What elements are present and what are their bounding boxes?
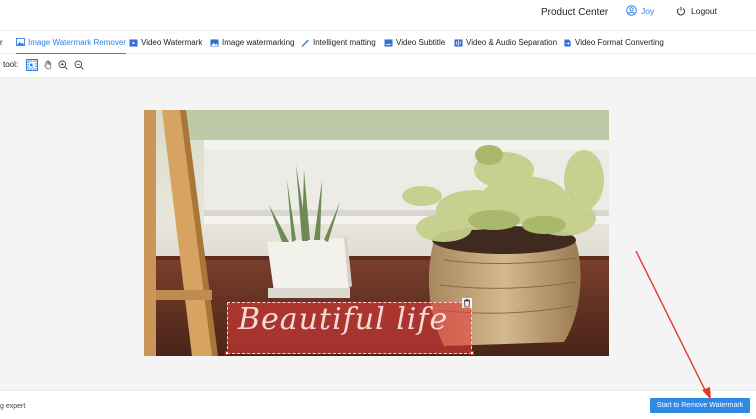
separation-icon [454,38,463,47]
tab-label: Video Watermark [141,38,203,47]
tab-label: Video & Audio Separation [466,38,558,47]
select-tool-button[interactable] [26,59,38,71]
zoom-out-button[interactable] [73,59,85,71]
tab-label: Intelligent matting [313,38,376,47]
tab-video-format-converting[interactable]: Video Format Converting [563,31,664,54]
user-menu[interactable]: Joy [626,5,654,16]
tab-label: Video Subtitle [396,38,446,47]
selection-box-icon [27,60,37,70]
user-icon [626,5,637,16]
video-icon [129,38,138,47]
resize-handle-bottom-right[interactable] [470,351,474,355]
power-icon [677,6,685,16]
tab-video-watermark[interactable]: Video Watermark [129,31,202,54]
footer-partial-text: g expert [0,403,26,410]
tool-tabs: r Image Watermark Remover Video Watermar… [0,30,756,54]
zoom-in-icon [58,60,68,70]
watermark-text: Beautiful life [238,302,449,337]
top-header: Product Center Joy Logout [0,0,756,28]
resize-handle-bottom-left[interactable] [225,351,229,355]
start-remove-watermark-button[interactable]: Start to Remove Watermark [650,398,750,413]
tab-label: Image watermarking [222,38,295,47]
tab-previous-partial[interactable]: r [0,31,3,54]
logout-label: Logout [691,6,717,16]
subtitle-icon [384,38,393,47]
tab-label: Video Format Converting [575,38,664,47]
image-icon [210,38,219,47]
zoom-out-icon [74,60,84,70]
toolbar-label: tool: [3,60,19,69]
tab-label: Image Watermark Remover [28,37,126,47]
zoom-in-button[interactable] [57,59,69,71]
tab-video-audio-separation[interactable]: Video & Audio Separation [454,31,557,54]
tab-image-watermarking[interactable]: Image watermarking [210,31,294,54]
trash-icon[interactable] [462,298,472,308]
hand-tool-button[interactable] [42,59,54,71]
tab-image-watermark-remover[interactable]: Image Watermark Remover [16,31,126,54]
bottom-bar: g expert [0,390,756,419]
magic-wand-icon [301,38,310,47]
tab-video-subtitle[interactable]: Video Subtitle [384,31,445,54]
tab-label: r [0,38,3,47]
canvas-toolbar: tool: [0,56,756,76]
logout-button[interactable]: Logout [676,6,717,16]
username: Joy [641,5,655,16]
tab-intelligent-matting[interactable]: Intelligent matting [301,31,376,54]
image-icon [16,38,25,46]
hand-icon [44,60,52,70]
file-convert-icon [564,38,571,47]
product-center-link[interactable]: Product Center [541,7,608,18]
